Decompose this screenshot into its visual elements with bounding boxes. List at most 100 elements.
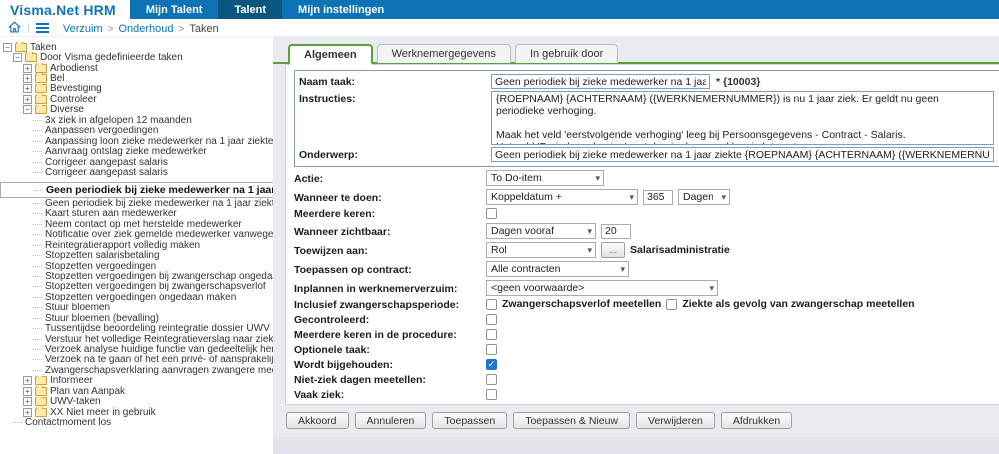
tree-folder[interactable]: + Plan van Aanpak [0, 386, 273, 397]
tree-item[interactable]: 3x ziek in afgelopen 12 maanden [0, 115, 273, 126]
tree-item[interactable]: Stopzetten salarisbetaling [0, 250, 273, 261]
tree-item[interactable]: Tussentijdse beoordeling reintegratie do… [0, 323, 273, 334]
tree-item-label[interactable]: Arbodienst [50, 63, 98, 73]
expand-icon[interactable]: + [23, 376, 32, 386]
tree-item-label[interactable]: XX Niet meer in gebruik [50, 407, 156, 417]
tree-item-label[interactable]: Door Visma gedefinieerde taken [40, 52, 183, 62]
menu-icon[interactable] [35, 22, 49, 33]
tree-item-label[interactable]: Stopzetten vergoedingen bij zwangerschap… [45, 282, 266, 292]
nav-tab-mijn-talent[interactable]: Mijn Talent [130, 0, 219, 19]
inplannen-select[interactable]: <geen voorwaarde> ▾ [486, 280, 718, 296]
wanneer-zichtbaar-select[interactable]: Dagen vooraf ▾ [486, 223, 596, 239]
browse-button[interactable]: ... [601, 242, 625, 258]
tree-item-label[interactable]: Verzoek na te gaan of het een privé- of … [45, 355, 273, 365]
tree-item[interactable]: Stopzetten vergoedingen [0, 261, 273, 271]
tree-item-label[interactable]: Stopzetten vergoedingen ongedaan maken [45, 292, 236, 302]
wanneer-te-doen-unit-select[interactable]: Dagen ▾ [678, 189, 730, 205]
tree-item-label[interactable]: Neem contact op met herstelde medewerker [45, 219, 242, 229]
tree-item-label[interactable]: Diverse [50, 105, 84, 115]
tree-item[interactable]: Corrigeer aangepast salaris [0, 167, 273, 178]
tree-item[interactable]: Neem contact op met herstelde medewerker [0, 219, 273, 230]
tree-item[interactable]: Notificatie over ziek gemelde medewerker… [0, 230, 273, 240]
tree-folder[interactable]: + UWV-taken [0, 396, 273, 407]
tree-item[interactable]: Geen periodiek bij zieke medewerker na 1… [0, 182, 273, 199]
tree-item[interactable]: Verstuur het volledige Reintegratieversl… [0, 334, 273, 344]
collapse-icon[interactable]: − [13, 53, 22, 63]
expand-icon[interactable]: + [23, 94, 32, 104]
expand-icon[interactable]: + [23, 74, 32, 84]
expand-icon[interactable]: + [23, 63, 32, 73]
expand-icon[interactable]: + [23, 407, 32, 417]
tree-item-label[interactable]: Stopzetten vergoedingen bij zwangerschap… [45, 271, 273, 281]
collapse-icon[interactable]: − [23, 105, 32, 115]
toewijzen-aan-select[interactable]: Rol ▾ [486, 242, 596, 258]
tree-item[interactable]: Contactmoment los [0, 417, 273, 428]
gecontroleerd-checkbox[interactable] [486, 313, 497, 325]
wanneer-te-doen-select[interactable]: Koppeldatum + ▾ [486, 189, 638, 205]
meerdere-keren-procedure-checkbox[interactable] [486, 328, 497, 340]
verwijderen-button[interactable]: Verwijderen [636, 412, 715, 429]
tree-item-label[interactable]: Zwangerschapsverklaring aanvragen zwange… [45, 365, 273, 375]
tree-item-label[interactable]: Taken [30, 42, 57, 52]
tree-item[interactable]: Reintegratierapport volledig maken [0, 240, 273, 250]
tree-item-label[interactable]: Controleer [50, 94, 97, 104]
wanneer-zichtbaar-number-input[interactable] [601, 223, 631, 239]
tab-werknemergegevens[interactable]: Werknemergegevens [376, 44, 511, 63]
toepassen-button[interactable]: Toepassen [432, 412, 508, 429]
annuleren-button[interactable]: Annuleren [354, 412, 427, 429]
vaak-ziek-checkbox[interactable] [486, 388, 497, 400]
optionele-taak-checkbox[interactable] [486, 343, 497, 355]
tree-item-label[interactable]: Contactmoment los [25, 417, 111, 427]
tree-item-label[interactable]: Plan van Aanpak [50, 386, 125, 396]
dienstverband-checkbox[interactable] [486, 403, 497, 404]
tree-item[interactable]: Stopzetten vergoedingen bij zwangerschap… [0, 282, 273, 292]
tree-folder[interactable]: + Bevestiging [0, 83, 273, 94]
tree-item-label[interactable]: Stuur bloemen (bevalling) [45, 313, 159, 323]
home-icon[interactable] [8, 21, 21, 34]
tree-item[interactable]: Stopzetten vergoedingen bij zwangerschap… [0, 271, 273, 282]
tree-item[interactable]: Stopzetten vergoedingen ongedaan maken [0, 292, 273, 303]
tree-item[interactable]: Geen periodiek bij zieke medewerker na 1… [0, 198, 273, 209]
tree-folder[interactable]: + Informeer [0, 375, 273, 386]
tree-item-label[interactable]: Verstuur het volledige Reintegratieversl… [45, 334, 273, 344]
tree-item[interactable]: Stuur bloemen (bevalling) [0, 313, 273, 323]
actie-select[interactable]: To Do-item ▾ [486, 170, 604, 186]
instructies-textarea[interactable]: {ROEPNAAM} {ACHTERNAAM} ({WERKNEMERNUMME… [491, 91, 994, 145]
tree-folder[interactable]: − Door Visma gedefinieerde taken [0, 52, 273, 63]
tree-item-label[interactable]: Bevestiging [50, 84, 102, 94]
tree-item[interactable]: Verzoek analyse huidige functie van gede… [0, 344, 273, 355]
expand-icon[interactable]: + [23, 397, 32, 407]
akkoord-button[interactable]: Akkoord [286, 412, 349, 429]
tree-item-label[interactable]: Aanpassen vergoedingen [45, 126, 158, 136]
tree-item-label[interactable]: Corrigeer aangepast salaris [45, 157, 168, 167]
tree-item-label[interactable]: Stopzetten salarisbetaling [45, 250, 160, 260]
nav-tab-talent[interactable]: Talent [218, 0, 283, 19]
tree-folder[interactable]: − Diverse [0, 104, 273, 115]
tree-item-label[interactable]: 3x ziek in afgelopen 12 maanden [45, 115, 192, 125]
niet-ziek-checkbox[interactable] [486, 373, 497, 385]
breadcrumb-item-onderhoud[interactable]: Onderhoud [118, 23, 173, 35]
nav-tab-mijn-instellingen[interactable]: Mijn instellingen [282, 0, 400, 19]
tree-item[interactable]: Kaart sturen aan medewerker [0, 209, 273, 219]
tree-item[interactable]: Verzoek na te gaan of het een privé- of … [0, 355, 273, 365]
breadcrumb-item-verzuim[interactable]: Verzuim [63, 23, 103, 35]
afdrukken-button[interactable]: Afdrukken [720, 412, 793, 429]
tree-item-label[interactable]: Informeer [50, 376, 93, 386]
toepassen-op-contract-select[interactable]: Alle contracten ▾ [486, 261, 629, 277]
wanneer-te-doen-number-input[interactable] [643, 189, 673, 205]
collapse-icon[interactable]: − [3, 42, 12, 52]
tree-item-label[interactable]: Verzoek analyse huidige functie van gede… [45, 344, 273, 354]
expand-icon[interactable]: + [23, 84, 32, 94]
tree-item[interactable]: Zwangerschapsverklaring aanvragen zwange… [0, 365, 273, 376]
tree-item[interactable]: Aanpassing loon zieke medewerker na 1 ja… [0, 136, 273, 146]
tree-item-label[interactable]: Kaart sturen aan medewerker [45, 209, 177, 219]
tree-folder[interactable]: + Arbodienst [0, 62, 273, 73]
tree-item[interactable]: Stuur bloemen [0, 303, 273, 313]
tree-folder[interactable]: + XX Niet meer in gebruik [0, 406, 273, 417]
tab-in-gebruik-door[interactable]: In gebruik door [514, 44, 619, 63]
tree-item-label[interactable]: Aanvraag ontslag zieke medewerker [45, 146, 207, 156]
tree-item-label[interactable]: Bel [50, 73, 64, 83]
tree-item-label[interactable]: Geen periodiek bij zieke medewerker na 1… [45, 198, 273, 208]
tree-item-label[interactable]: Corrigeer aangepast salaris [45, 167, 168, 177]
tree-item-label[interactable]: Notificatie over ziek gemelde medewerker… [45, 230, 273, 240]
